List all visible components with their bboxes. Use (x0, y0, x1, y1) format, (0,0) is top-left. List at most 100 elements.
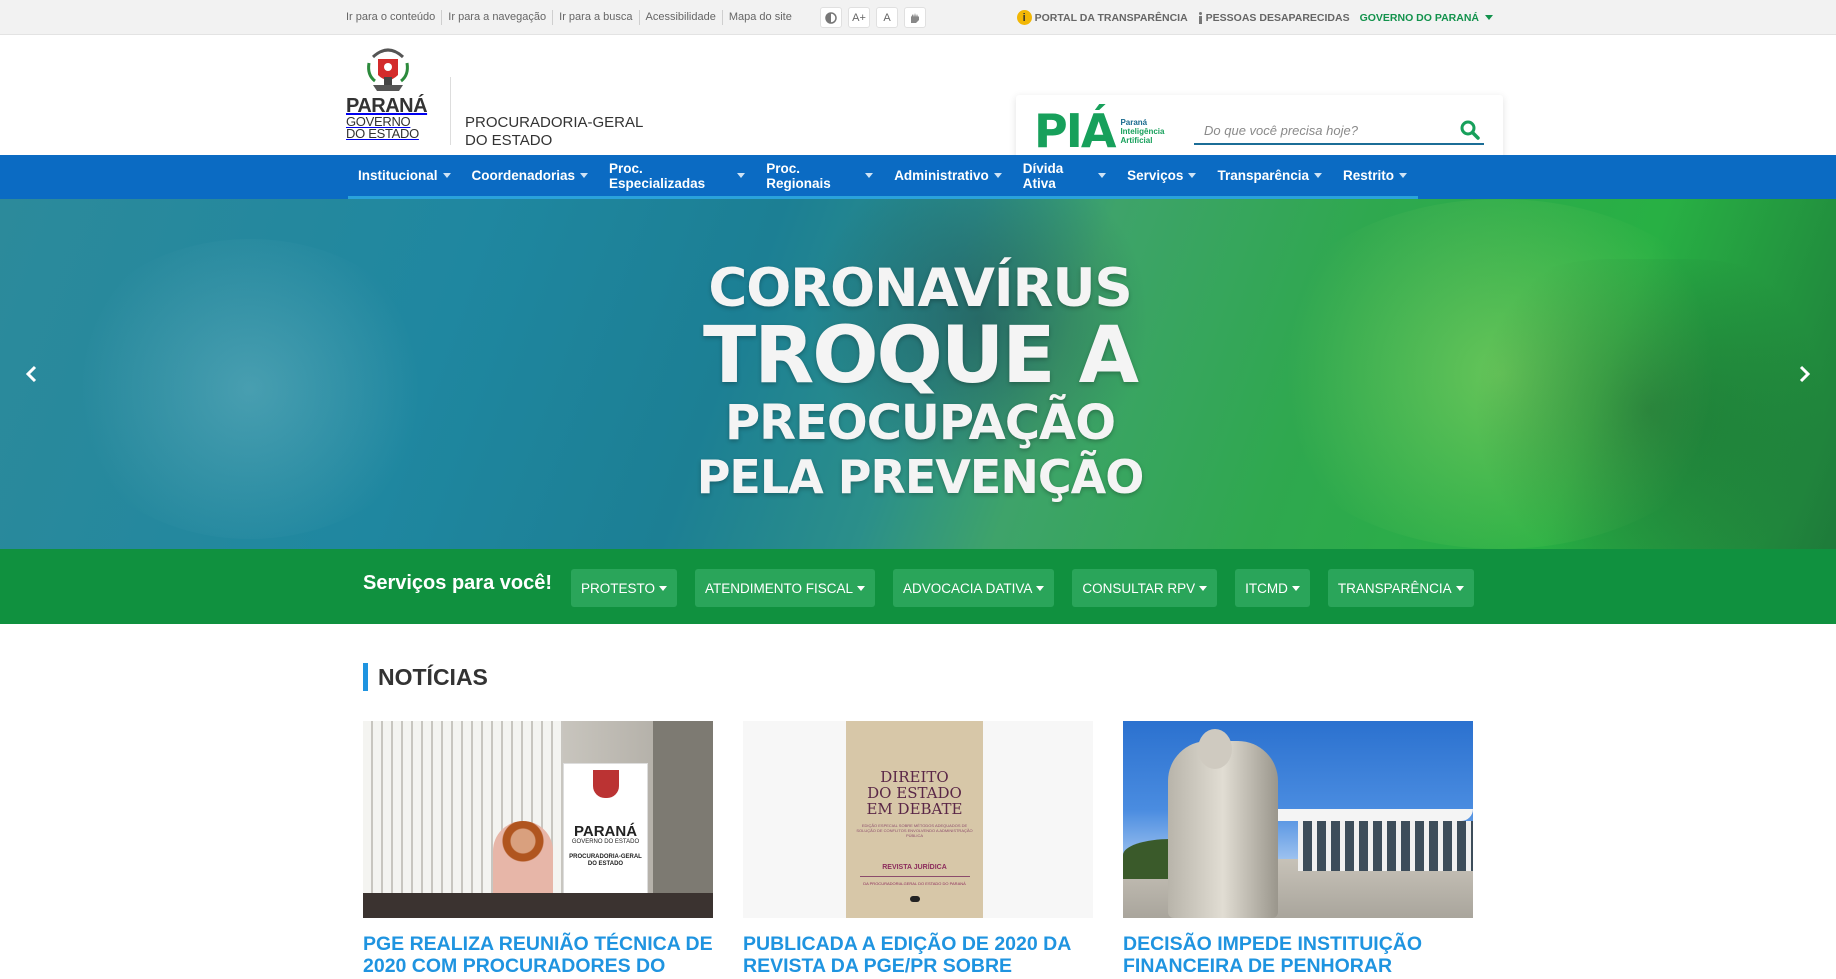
service-atendimento-fiscal-button[interactable]: ATENDIMENTO FISCAL (695, 569, 876, 607)
main-navigation: Institucional Coordenadorias Proc. Espec… (0, 155, 1836, 199)
news-headline[interactable]: PGE REALIZA REUNIÃO TÉCNICA DE 2020 COM … (363, 933, 713, 977)
hero-line-3: PREOCUPAÇÃO (724, 395, 1116, 451)
coat-of-arms-icon (592, 770, 619, 798)
nav-item-transparencia[interactable]: Transparência (1207, 155, 1333, 196)
news-image-meeting[interactable]: PARANÁ GOVERNO DO ESTADO PROCURADORIA-GE… (363, 721, 713, 918)
missing-persons-link[interactable]: PESSOAS DESAPARECIDAS (1198, 11, 1350, 24)
news-section-title: NOTÍCIAS (363, 663, 488, 691)
sign-language-button[interactable] (904, 7, 926, 28)
news-image-justice-statue[interactable] (1123, 721, 1473, 918)
carousel-prev-button[interactable] (20, 362, 44, 386)
nav-item-label: Coordenadorias (471, 168, 576, 183)
chevron-down-icon (659, 585, 668, 591)
hero-background-virus (60, 239, 440, 539)
service-transparencia-button[interactable]: TRANSPARÊNCIA (1327, 569, 1474, 607)
search-button[interactable] (1458, 119, 1482, 143)
search-input[interactable] (1194, 117, 1484, 145)
font-increase-button[interactable]: A+ (848, 7, 870, 28)
nav-item-proc-especializadas[interactable]: Proc. Especializadas (599, 155, 756, 196)
pia-tagline-2: Inteligência (1120, 126, 1165, 136)
logo-sub-2: DO ESTADO (346, 126, 419, 141)
justice-statue (1168, 729, 1278, 918)
site-header: PARANÁ GOVERNO DO ESTADO PROCURADORIA-GE… (0, 35, 1836, 165)
service-label: ADVOCACIA DATIVA (903, 580, 1033, 596)
news-image-journal-cover[interactable]: DIREITO DO ESTADO EM DEBATE EDIÇÃO ESPEC… (743, 721, 1093, 918)
logo-name: PARANÁ (346, 95, 428, 117)
top-accessibility-bar: Ir para o conteúdo Ir para a navegação I… (0, 0, 1836, 35)
nav-item-servicos[interactable]: Serviços (1117, 155, 1207, 196)
chevron-down-icon (1098, 173, 1107, 178)
news-card[interactable]: PARANÁ GOVERNO DO ESTADO PROCURADORIA-GE… (363, 721, 713, 977)
nav-item-restrito[interactable]: Restrito (1333, 155, 1418, 196)
skip-to-content-link[interactable]: Ir para o conteúdo (346, 10, 443, 25)
font-reset-button[interactable]: A (876, 7, 898, 28)
nav-item-label: Administrativo (894, 168, 989, 183)
building-roof (1263, 809, 1473, 821)
search-icon (1460, 120, 1480, 140)
chevron-down-icon (442, 173, 451, 178)
hero-background-shadow (1450, 259, 1836, 549)
skip-to-search-link[interactable]: Ir para a busca (553, 10, 640, 25)
services-bar: Serviços para você! PROTESTO ATENDIMENTO… (0, 549, 1836, 624)
news-headline[interactable]: PUBLICADA A EDIÇÃO DE 2020 DA REVISTA DA… (743, 933, 1093, 977)
service-consultar-rpv-button[interactable]: CONSULTAR RPV (1072, 569, 1218, 607)
service-label: ITCMD (1245, 580, 1288, 596)
chevron-left-icon (25, 365, 37, 383)
news-headline[interactable]: DECISÃO IMPEDE INSTITUIÇÃO FINANCEIRA DE… (1123, 933, 1473, 977)
skip-to-navigation-link[interactable]: Ir para a navegação (442, 10, 554, 25)
nav-item-institucional[interactable]: Institucional (348, 155, 462, 196)
info-icon: i (1016, 10, 1032, 25)
cover-rule (859, 876, 970, 877)
hero-line-4: PELA PREVENÇÃO (696, 450, 1145, 504)
nav-item-administrativo[interactable]: Administrativo (884, 155, 1013, 196)
organization-name-line-2: DO ESTADO (465, 132, 553, 149)
nav-item-proc-regionais[interactable]: Proc. Regionais (756, 155, 884, 196)
pia-tagline-3: Artificial (1120, 135, 1153, 145)
service-protesto-button[interactable]: PROTESTO (571, 569, 678, 607)
missing-persons-label: PESSOAS DESAPARECIDAS (1205, 11, 1350, 24)
accessibility-link[interactable]: Acessibilidade (640, 10, 723, 25)
cover-title-2: DO ESTADO (867, 784, 962, 802)
nav-item-label: Serviços (1127, 168, 1184, 183)
nav-item-label: Institucional (358, 168, 438, 183)
parana-logo[interactable]: PARANÁ GOVERNO DO ESTADO (346, 45, 431, 145)
chevron-down-icon (1291, 585, 1300, 591)
chevron-down-icon (857, 585, 866, 591)
chevron-right-icon (1799, 365, 1811, 383)
nav-item-coordenadorias[interactable]: Coordenadorias (462, 155, 600, 196)
service-label: ATENDIMENTO FISCAL (705, 580, 854, 596)
nav-item-divida-ativa[interactable]: Dívida Ativa (1013, 155, 1117, 196)
chevron-down-icon (1313, 173, 1322, 178)
chevron-down-icon (1455, 585, 1464, 591)
banner-name: PARANÁ (573, 823, 638, 840)
service-label: TRANSPARÊNCIA (1337, 580, 1452, 596)
hero-line-1: CORONAVÍRUS (708, 258, 1132, 319)
transparency-portal-link[interactable]: i PORTAL DA TRANSPARÊNCIA (1016, 10, 1188, 25)
sitemap-link[interactable]: Mapa do site (723, 10, 798, 25)
news-card[interactable]: DIREITO DO ESTADO EM DEBATE EDIÇÃO ESPEC… (743, 721, 1093, 977)
journal-cover: DIREITO DO ESTADO EM DEBATE EDIÇÃO ESPEC… (846, 721, 983, 918)
government-dropdown[interactable]: GOVERNO DO PARANÁ (1360, 12, 1493, 24)
cover-seal (909, 896, 920, 902)
contrast-button[interactable] (820, 7, 842, 28)
cover-title-1: DIREITO (880, 768, 949, 786)
hero-headline: CORONAVÍRUS TROQUE A PREOCUPAÇÃO PELA PR… (690, 258, 1150, 504)
chevron-down-icon (1399, 173, 1407, 178)
service-itcmd-button[interactable]: ITCMD (1235, 569, 1310, 607)
carousel-next-button[interactable] (1792, 362, 1816, 386)
cover-journal-sub: DA PROCURADORIA-GERAL DO ESTADO DO PARAN… (863, 881, 966, 886)
person-icon (1198, 11, 1203, 24)
wall (653, 721, 713, 918)
contrast-icon (825, 11, 837, 24)
hero-carousel[interactable]: CORONAVÍRUS TROQUE A PREOCUPAÇÃO PELA PR… (0, 199, 1836, 549)
services-buttons: PROTESTO ATENDIMENTO FISCAL ADVOCACIA DA… (571, 569, 1474, 607)
service-advocacia-dativa-button[interactable]: ADVOCACIA DATIVA (893, 569, 1055, 607)
chevron-down-icon (1036, 585, 1045, 591)
organization-name-line-1: PROCURADORIA-GERAL (465, 114, 644, 131)
pia-logo[interactable]: PIÁ Paraná Inteligência Artificial (1034, 108, 1165, 154)
nav-item-label: Proc. Especializadas (609, 160, 706, 191)
organization-name: PROCURADORIA-GERAL DO ESTADO (465, 114, 685, 150)
news-card[interactable]: DECISÃO IMPEDE INSTITUIÇÃO FINANCEIRA DE… (1123, 721, 1473, 977)
skip-links: Ir para o conteúdo Ir para a navegação I… (346, 0, 798, 35)
government-links: i PORTAL DA TRANSPARÊNCIA PESSOAS DESAPA… (1016, 0, 1493, 35)
